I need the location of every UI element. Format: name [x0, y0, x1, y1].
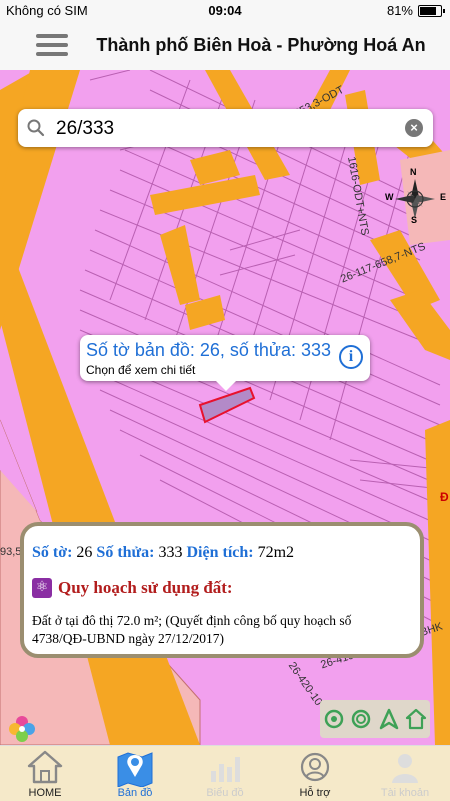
map-toolbar	[320, 700, 430, 738]
parcel-info-panel: Số tờ: 26 Số thửa: 333 Diện tích: 72m2 ⚛…	[20, 522, 424, 658]
navigate-icon[interactable]	[378, 708, 400, 730]
callout-subtitle: Chọn để xem chi tiết	[86, 363, 196, 377]
compass-s: S	[411, 215, 418, 225]
compass-e: E	[440, 192, 447, 202]
support-icon	[300, 752, 330, 782]
parcel-callout[interactable]: Số tờ bản đồ: 26, số thửa: 333 Chọn để x…	[80, 335, 370, 391]
account-icon	[392, 754, 418, 783]
land-use-heading: ⚛ Quy hoạch sử dụng đất:	[32, 578, 233, 598]
parcel-summary: Số tờ: 26 Số thửa: 333 Diện tích: 72m2	[32, 544, 294, 562]
tab-account-label: Tài khoản	[380, 787, 430, 799]
tab-home-label: HOME	[28, 787, 62, 799]
tab-map[interactable]: Bản đồ	[90, 746, 180, 801]
map-parcel-label: 93,5	[0, 546, 22, 558]
battery-percent: 81%	[386, 3, 413, 18]
nav-bar: Thành phố Biên Hoà - Phường Hoá An	[0, 22, 450, 71]
compass-n: N	[410, 167, 417, 177]
tab-home[interactable]: HOME	[0, 746, 90, 801]
tab-support[interactable]: Hỗ trợ	[270, 746, 360, 801]
page-title: Thành phố Biên Hoà - Phường Hoá An	[96, 35, 426, 55]
callout-title: Số tờ bản đồ: 26, số thửa: 333	[86, 340, 332, 360]
so-to-value: 26	[76, 544, 93, 561]
tab-support-label: Hỗ trợ	[299, 787, 331, 799]
so-thua-value: 333	[158, 544, 183, 561]
so-to-label: Số tờ:	[32, 544, 73, 561]
clock: 09:04	[208, 3, 242, 18]
land-use-description: Đất ở tại đô thị 72.0 m²; (Quyết định cô…	[32, 613, 352, 646]
dien-tich-label: Diện tích:	[186, 544, 254, 561]
battery-icon	[418, 4, 445, 17]
dien-tich-value: 72m2	[257, 544, 295, 561]
tab-map-label: Bản đồ	[117, 787, 153, 799]
info-icon[interactable]: i	[339, 345, 363, 369]
app-logo-icon	[8, 715, 36, 743]
map-pin-icon	[117, 752, 153, 787]
status-bar: Không có SIM 09:04 81%	[0, 0, 450, 22]
battery-indicator: 81%	[386, 3, 445, 18]
compass-icon[interactable]: N W E S	[385, 167, 447, 225]
land-use-heading-text: Quy hoạch sử dụng đất:	[58, 578, 233, 597]
hamburger-menu-icon[interactable]	[36, 34, 68, 58]
home-icon	[27, 750, 63, 784]
so-thua-label: Số thửa:	[96, 544, 155, 561]
tab-account[interactable]: Tài khoản	[360, 746, 450, 801]
tab-chart[interactable]: Biểu đồ	[180, 746, 270, 801]
search-icon	[27, 119, 45, 137]
atom-icon: ⚛	[32, 578, 52, 598]
locate-icon[interactable]	[323, 708, 345, 730]
search-input[interactable]: 26/333	[56, 118, 114, 140]
layers-icon[interactable]	[350, 708, 372, 730]
chart-icon	[211, 757, 240, 782]
map-parcel-label: Đ	[440, 490, 449, 504]
clear-search-icon[interactable]: ×	[405, 119, 423, 137]
tab-chart-label: Biểu đồ	[206, 787, 244, 799]
compass-w: W	[385, 192, 394, 202]
tab-bar: HOME Bản đồ Biểu đồ Hỗ trợ Tài khoản	[0, 745, 450, 801]
home-map-icon[interactable]	[405, 708, 427, 730]
search-bar[interactable]: 26/333 ×	[18, 109, 433, 147]
